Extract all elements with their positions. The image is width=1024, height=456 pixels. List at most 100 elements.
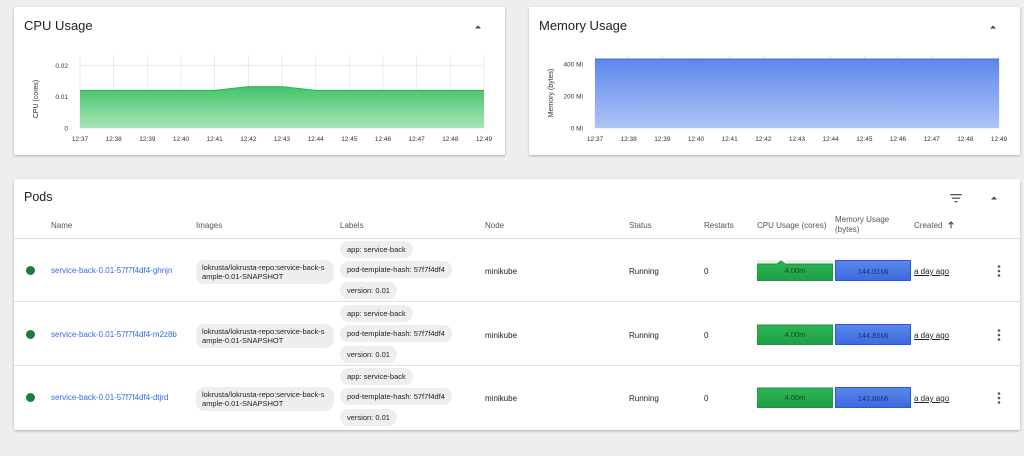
x-tick-label: 12:43 [274, 136, 291, 143]
column-header-images: Images [196, 221, 223, 230]
table-row[interactable]: service-back-0.01-57f7f4df4-dtjrd lokrus… [14, 366, 1020, 429]
y-tick-label: 0.02 [55, 63, 68, 70]
status-text: Running [629, 267, 659, 276]
column-header-status: Status [629, 221, 652, 230]
pods-card: Pods Name Images Labels Node Status Rest… [14, 179, 1020, 430]
series-area[interactable] [80, 86, 484, 128]
x-tick-label: 12:49 [476, 136, 493, 143]
x-tick-label: 12:41 [207, 136, 224, 143]
label-chip: version: 0.01 [340, 282, 397, 299]
x-tick-label: 12:47 [409, 136, 426, 143]
memory-sparkline: 144.85Mi [835, 324, 911, 345]
cpu-sparkline: 4.00m [757, 387, 833, 408]
node-name: minikube [485, 394, 518, 403]
restarts-count: 0 [704, 267, 709, 276]
created-time[interactable]: a day ago [914, 394, 949, 403]
pods-title: Pods [24, 190, 53, 204]
more-vert-icon[interactable] [994, 390, 1004, 406]
x-tick-label: 12:48 [442, 136, 459, 143]
image-chip: lokrusta/lokrusta-repo:service-back-samp… [196, 387, 334, 411]
row-divider [14, 301, 1020, 302]
memory-y-axis-label: Memory (bytes) [548, 69, 555, 118]
x-tick-label: 12:43 [789, 136, 806, 143]
y-tick-label: 400 Mi [563, 61, 583, 68]
column-header-name[interactable]: Name [51, 221, 72, 230]
table-row[interactable]: service-back-0.01-57f7f4df4-m2z8b lokrus… [14, 303, 1020, 366]
more-vert-icon[interactable] [994, 327, 1004, 343]
x-tick-label: 12:47 [924, 136, 941, 143]
node-name: minikube [485, 331, 518, 340]
memory-value: 144.85Mi [857, 331, 889, 340]
label-chip: app: service-back [340, 368, 413, 385]
memory-sparkline: 144.01Mi [835, 260, 911, 281]
pod-name-link[interactable]: service-back-0.01-57f7f4df4-ghnjn [51, 266, 172, 275]
x-tick-label: 12:39 [139, 136, 156, 143]
y-tick-label: 200 Mi [563, 93, 583, 100]
column-header-restarts[interactable]: Restarts [704, 221, 734, 230]
x-tick-label: 12:37 [72, 136, 89, 143]
x-tick-label: 12:40 [688, 136, 705, 143]
label-chip: app: service-back [340, 305, 413, 322]
x-tick-label: 12:42 [755, 136, 772, 143]
created-time[interactable]: a day ago [914, 267, 949, 276]
series-area[interactable] [595, 59, 999, 128]
status-running-icon [26, 330, 35, 339]
x-tick-label: 12:42 [240, 136, 257, 143]
image-chip: lokrusta/lokrusta-repo:service-back-samp… [196, 324, 334, 348]
x-tick-label: 12:40 [173, 136, 190, 143]
x-tick-label: 12:38 [106, 136, 123, 143]
arrow-up-icon [947, 221, 954, 229]
cpu-usage-chart: 12:37 12:38 12:39 12:40 12:41 12:42 12:43 12:44… [33, 55, 493, 143]
status-text: Running [629, 331, 659, 340]
image-chip: lokrusta/lokrusta-repo:service-back-samp… [196, 260, 334, 284]
column-header-created-label: Created [914, 221, 943, 230]
chevron-up-icon[interactable] [986, 190, 1002, 206]
x-tick-label: 12:48 [957, 136, 974, 143]
cpu-value: 4.00m [784, 393, 806, 402]
y-tick-label: 0 Mi [571, 126, 583, 133]
cpu-sparkline: 4.00m [757, 260, 833, 281]
restarts-count: 0 [704, 331, 709, 340]
column-header-created[interactable]: Created [914, 221, 955, 230]
column-header-memory-line2: (bytes) [835, 225, 860, 234]
status-running-icon [26, 393, 35, 402]
y-tick-label: 0 [64, 126, 68, 133]
x-tick-label: 12:39 [654, 136, 671, 143]
cpu-value: 4.00m [784, 266, 806, 275]
x-tick-label: 12:45 [341, 136, 358, 143]
created-time[interactable]: a day ago [914, 331, 949, 340]
column-header-memory[interactable]: Memory Usage (bytes) [835, 215, 889, 235]
memory-value: 143.86Mi [857, 394, 889, 403]
memory-usage-chart: 12:37 12:38 12:39 12:40 12:41 12:42 12:43 12:44… [548, 55, 1008, 143]
x-tick-label: 12:41 [722, 136, 739, 143]
label-chip: version: 0.01 [340, 346, 397, 363]
x-tick-label: 12:46 [890, 136, 907, 143]
cpu-sparkline: 4.00m [757, 324, 833, 345]
x-tick-label: 12:44 [823, 136, 840, 143]
restarts-count: 0 [704, 394, 709, 403]
label-chip: app: service-back [340, 241, 413, 258]
x-tick-label: 12:49 [991, 136, 1008, 143]
column-header-labels: Labels [340, 221, 364, 230]
status-text: Running [629, 394, 659, 403]
column-header-node: Node [485, 221, 505, 230]
pod-name-link[interactable]: service-back-0.01-57f7f4df4-m2z8b [51, 330, 177, 339]
memory-value: 144.01Mi [857, 267, 889, 276]
table-row[interactable]: service-back-0.01-57f7f4df4-ghnjn lokrus… [14, 239, 1020, 302]
column-header-cpu[interactable]: CPU Usage (cores) [757, 221, 826, 230]
x-tick-label: 12:38 [621, 136, 638, 143]
memory-usage-card: Memory Usage 12:37 12:38 12:39 12:40 12:41 12… [529, 7, 1020, 155]
column-header-memory-line1: Memory Usage [835, 215, 890, 224]
filter-list-icon[interactable] [949, 191, 965, 205]
label-chip: pod-template-hash: 57f7f4df4 [340, 261, 452, 278]
label-chip: version: 0.01 [340, 409, 397, 426]
more-vert-icon[interactable] [994, 263, 1004, 279]
node-name: minikube [485, 267, 518, 276]
x-tick-label: 12:37 [587, 136, 604, 143]
x-tick-label: 12:44 [308, 136, 325, 143]
cpu-usage-card: CPU Usage 12:37 12:38 12:39 12:40 12:41 12:42… [14, 7, 505, 155]
status-running-icon [26, 266, 35, 275]
x-tick-label: 12:46 [375, 136, 392, 143]
x-tick-label: 12:45 [856, 136, 873, 143]
pod-name-link[interactable]: service-back-0.01-57f7f4df4-dtjrd [51, 393, 168, 402]
